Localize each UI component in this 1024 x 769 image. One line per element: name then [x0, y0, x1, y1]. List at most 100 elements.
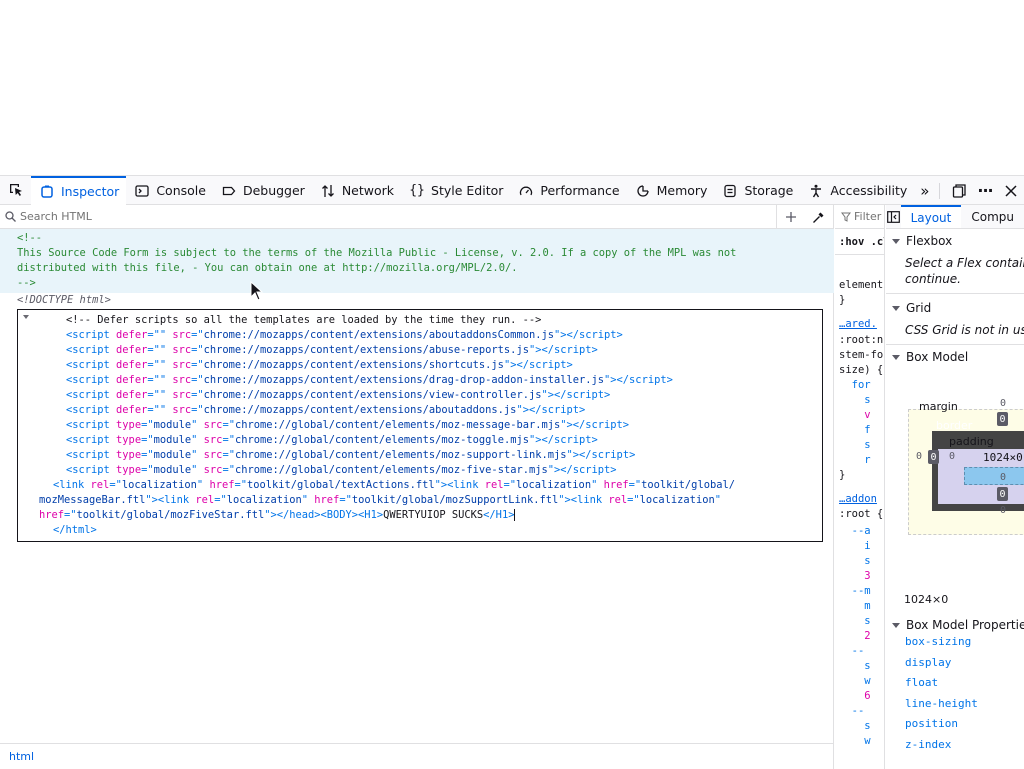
- tab-performance[interactable]: Performance: [510, 176, 626, 205]
- tab-debugger[interactable]: Debugger: [213, 176, 312, 205]
- toggle-pane-button[interactable]: [886, 205, 901, 228]
- rules-panel: Filter :hov .cl element} …ared.:root:n ste…: [835, 205, 885, 769]
- tab-computed[interactable]: Compu: [961, 205, 1024, 228]
- rule-fragment: s: [839, 720, 871, 732]
- rule-fragment: --: [839, 705, 865, 717]
- debugger-icon: [221, 183, 237, 199]
- grid-section-header[interactable]: Grid: [886, 296, 1024, 320]
- tab-label: Network: [341, 183, 395, 198]
- section-title: Grid: [906, 301, 932, 315]
- more-options-button[interactable]: ···: [972, 176, 998, 205]
- chevrons-right-icon: »: [920, 181, 930, 200]
- element-picker-button[interactable]: [0, 176, 31, 204]
- rule-fragment: v: [839, 409, 871, 421]
- rule-fragment: w: [839, 735, 871, 747]
- rule-fragment[interactable]: …addon: [839, 492, 877, 507]
- grid-message: CSS Grid is not in use o: [905, 323, 1024, 337]
- content-size[interactable]: 1024×0: [983, 451, 1023, 464]
- storage-icon: [722, 183, 738, 199]
- divider: [886, 293, 1024, 294]
- layout-sidebar: Layout Compu Flexbox Select a Flex conta…: [886, 205, 1024, 769]
- boxmodel-section-header[interactable]: Box Model: [886, 345, 1024, 369]
- rule-fragment: f: [839, 424, 871, 436]
- tab-label: Console: [156, 183, 206, 198]
- tab-network[interactable]: Network: [312, 176, 401, 205]
- rule-fragment: --m: [839, 585, 871, 597]
- tab-inspector[interactable]: Inspector: [31, 176, 127, 205]
- html-node-editor[interactable]: <!-- Defer scripts so all the templates …: [17, 309, 823, 542]
- tab-storage[interactable]: Storage: [714, 176, 800, 205]
- padding-left-value[interactable]: 0: [949, 451, 955, 462]
- rule-fragment: stem-fo: [839, 349, 884, 361]
- border-top-value[interactable]: 0: [997, 412, 1008, 426]
- tab-accessibility[interactable]: Accessibility: [800, 176, 914, 205]
- script-line: <script defer="" src="chrome://mozapps/c…: [66, 359, 573, 371]
- breadcrumb-item-html[interactable]: html: [9, 750, 34, 763]
- margin-label: margin: [919, 400, 958, 413]
- tab-memory[interactable]: Memory: [627, 176, 715, 205]
- padding-label: padding: [949, 435, 994, 448]
- section-title: Flexbox: [906, 234, 953, 248]
- border-left-value[interactable]: 0: [928, 450, 939, 464]
- pseudo-class-toggles[interactable]: :hov .cl: [835, 229, 884, 255]
- filter-icon: [841, 212, 851, 222]
- license-comment[interactable]: <!-- This Source Code Form is subject to…: [0, 229, 834, 293]
- search-html-input[interactable]: [20, 210, 760, 223]
- rule-fragment: i: [839, 540, 871, 552]
- box-model-content[interactable]: [964, 467, 1024, 485]
- triangle-down-icon: [892, 354, 900, 360]
- padding-bottom-value[interactable]: 0: [1000, 472, 1006, 483]
- margin-bottom-value[interactable]: 0: [1000, 505, 1006, 516]
- section-title: Box Model Properties: [906, 618, 1024, 632]
- dock-side-icon: [952, 183, 966, 198]
- link-line: href="toolkit/global/mozFiveStar.ftl"></…: [39, 509, 516, 521]
- rule-fragment: s: [839, 439, 871, 451]
- tab-label: Debugger: [242, 183, 305, 198]
- dock-side-button[interactable]: [946, 176, 972, 205]
- rules-filter[interactable]: Filter: [835, 205, 884, 229]
- node-source: <!-- Defer scripts so all the templates …: [39, 313, 735, 538]
- tab-style-editor[interactable]: {} Style Editor: [401, 176, 510, 205]
- doctype-node[interactable]: <!DOCTYPE html>: [0, 293, 834, 308]
- element-size: 1024×0: [904, 593, 949, 606]
- head-comment: <!-- Defer scripts so all the templates …: [66, 314, 542, 326]
- flexbox-section-header[interactable]: Flexbox: [886, 229, 1024, 253]
- tab-label: Memory: [656, 183, 708, 198]
- border-label: border: [936, 419, 973, 432]
- border-bottom-value[interactable]: 0: [997, 487, 1008, 501]
- add-node-button[interactable]: [776, 205, 804, 229]
- mouse-cursor-icon: [250, 281, 264, 301]
- close-devtools-button[interactable]: [998, 176, 1024, 205]
- rule-fragment: size) {: [839, 364, 884, 376]
- tab-layout[interactable]: Layout: [900, 205, 962, 228]
- comment-line: This Source Code Form is subject to the …: [17, 247, 737, 259]
- toolbar-divider: [939, 182, 940, 199]
- flexbox-message: Select a Flex container continue.: [886, 253, 1024, 293]
- sidebar-tabs: Layout Compu: [886, 205, 1024, 229]
- tab-console[interactable]: Console: [126, 176, 213, 205]
- hov-label: :hov .cl: [839, 235, 885, 248]
- eyedropper-button[interactable]: [804, 205, 832, 229]
- text-caret: [514, 509, 516, 521]
- property-name: box-sizing: [905, 635, 972, 648]
- property-name: position: [905, 717, 958, 730]
- rule-fragment: --a: [839, 525, 871, 537]
- rule-fragment: 3: [839, 570, 871, 582]
- margin-left-value[interactable]: 0: [916, 451, 922, 462]
- toolbar-controls: ···: [933, 176, 1024, 205]
- collapse-triangle-icon[interactable]: [23, 315, 29, 319]
- boxmodel-properties-header[interactable]: Box Model Properties: [886, 613, 1024, 637]
- rule-fragment: }: [839, 294, 846, 306]
- message-line: continue.: [905, 272, 961, 286]
- close-icon: [1005, 184, 1017, 197]
- triangle-down-icon: [892, 305, 900, 311]
- script-line: <script defer="" src="chrome://mozapps/c…: [66, 404, 586, 416]
- rule-fragment[interactable]: …ared.: [839, 317, 877, 332]
- rule-fragment: s: [839, 555, 871, 567]
- script-line: <script defer="" src="chrome://mozapps/c…: [66, 329, 623, 341]
- style-editor-icon: {}: [409, 183, 425, 198]
- h1-text: QWERTYUIOP SUCKS: [383, 509, 484, 521]
- margin-top-value[interactable]: 0: [1000, 398, 1006, 409]
- network-icon: [320, 183, 336, 199]
- property-name: float: [905, 676, 939, 689]
